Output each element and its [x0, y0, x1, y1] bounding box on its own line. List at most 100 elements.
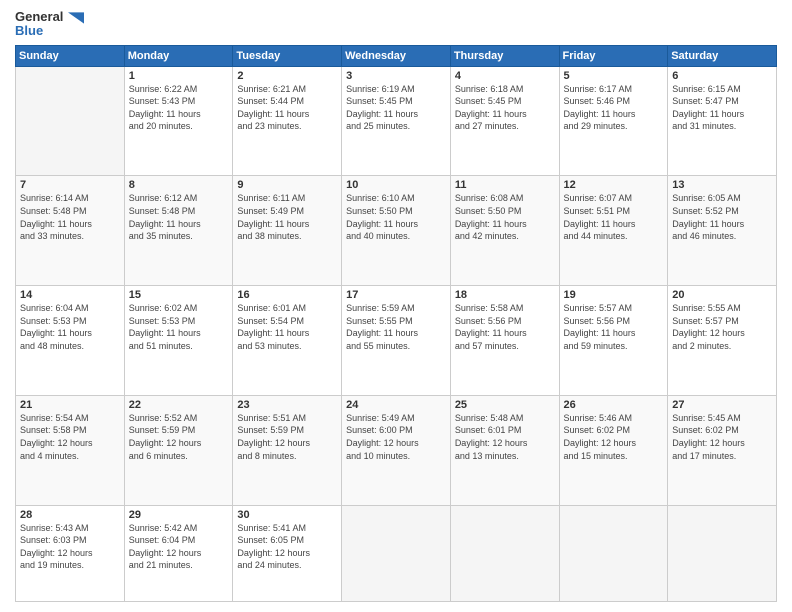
day-info: Sunrise: 6:04 AM Sunset: 5:53 PM Dayligh…: [20, 302, 120, 352]
calendar-header-row: SundayMondayTuesdayWednesdayThursdayFrid…: [16, 45, 777, 66]
day-number: 26: [564, 399, 664, 411]
day-number: 5: [564, 70, 664, 82]
day-number: 12: [564, 179, 664, 191]
calendar-header-tuesday: Tuesday: [233, 45, 342, 66]
header: General Blue: [15, 10, 777, 39]
day-number: 14: [20, 289, 120, 301]
day-number: 28: [20, 509, 120, 521]
calendar-week-3: 14Sunrise: 6:04 AM Sunset: 5:53 PM Dayli…: [16, 286, 777, 396]
day-number: 16: [237, 289, 337, 301]
calendar-cell: 18Sunrise: 5:58 AM Sunset: 5:56 PM Dayli…: [450, 286, 559, 396]
calendar-cell: 23Sunrise: 5:51 AM Sunset: 5:59 PM Dayli…: [233, 395, 342, 505]
calendar-cell: 12Sunrise: 6:07 AM Sunset: 5:51 PM Dayli…: [559, 176, 668, 286]
calendar-cell: 21Sunrise: 5:54 AM Sunset: 5:58 PM Dayli…: [16, 395, 125, 505]
calendar-cell: 10Sunrise: 6:10 AM Sunset: 5:50 PM Dayli…: [342, 176, 451, 286]
day-info: Sunrise: 6:01 AM Sunset: 5:54 PM Dayligh…: [237, 302, 337, 352]
calendar-cell: 6Sunrise: 6:15 AM Sunset: 5:47 PM Daylig…: [668, 66, 777, 176]
calendar-cell: 5Sunrise: 6:17 AM Sunset: 5:46 PM Daylig…: [559, 66, 668, 176]
logo-text-block: General Blue: [15, 10, 84, 39]
calendar-cell: 26Sunrise: 5:46 AM Sunset: 6:02 PM Dayli…: [559, 395, 668, 505]
calendar-cell: 24Sunrise: 5:49 AM Sunset: 6:00 PM Dayli…: [342, 395, 451, 505]
calendar-cell: [16, 66, 125, 176]
day-info: Sunrise: 6:10 AM Sunset: 5:50 PM Dayligh…: [346, 192, 446, 242]
day-info: Sunrise: 6:22 AM Sunset: 5:43 PM Dayligh…: [129, 83, 229, 133]
calendar-cell: 19Sunrise: 5:57 AM Sunset: 5:56 PM Dayli…: [559, 286, 668, 396]
day-number: 15: [129, 289, 229, 301]
calendar-cell: 8Sunrise: 6:12 AM Sunset: 5:48 PM Daylig…: [124, 176, 233, 286]
day-number: 7: [20, 179, 120, 191]
logo-general: General: [15, 10, 84, 24]
day-number: 13: [672, 179, 772, 191]
day-number: 30: [237, 509, 337, 521]
day-number: 22: [129, 399, 229, 411]
day-info: Sunrise: 6:15 AM Sunset: 5:47 PM Dayligh…: [672, 83, 772, 133]
day-info: Sunrise: 5:59 AM Sunset: 5:55 PM Dayligh…: [346, 302, 446, 352]
day-info: Sunrise: 5:46 AM Sunset: 6:02 PM Dayligh…: [564, 412, 664, 462]
calendar-week-4: 21Sunrise: 5:54 AM Sunset: 5:58 PM Dayli…: [16, 395, 777, 505]
day-info: Sunrise: 5:41 AM Sunset: 6:05 PM Dayligh…: [237, 522, 337, 572]
logo-arrow-icon: [68, 12, 84, 24]
day-info: Sunrise: 6:12 AM Sunset: 5:48 PM Dayligh…: [129, 192, 229, 242]
calendar-table: SundayMondayTuesdayWednesdayThursdayFrid…: [15, 45, 777, 602]
day-info: Sunrise: 6:02 AM Sunset: 5:53 PM Dayligh…: [129, 302, 229, 352]
page: General Blue SundayMondayTuesdayWednesda…: [0, 0, 792, 612]
logo-blue: Blue: [15, 24, 84, 38]
calendar-cell: 9Sunrise: 6:11 AM Sunset: 5:49 PM Daylig…: [233, 176, 342, 286]
day-number: 25: [455, 399, 555, 411]
calendar-cell: 2Sunrise: 6:21 AM Sunset: 5:44 PM Daylig…: [233, 66, 342, 176]
calendar-cell: 28Sunrise: 5:43 AM Sunset: 6:03 PM Dayli…: [16, 505, 125, 601]
calendar-cell: [559, 505, 668, 601]
day-info: Sunrise: 5:45 AM Sunset: 6:02 PM Dayligh…: [672, 412, 772, 462]
calendar-cell: 29Sunrise: 5:42 AM Sunset: 6:04 PM Dayli…: [124, 505, 233, 601]
day-info: Sunrise: 6:05 AM Sunset: 5:52 PM Dayligh…: [672, 192, 772, 242]
day-number: 23: [237, 399, 337, 411]
day-number: 2: [237, 70, 337, 82]
day-number: 6: [672, 70, 772, 82]
day-info: Sunrise: 5:55 AM Sunset: 5:57 PM Dayligh…: [672, 302, 772, 352]
calendar-cell: 27Sunrise: 5:45 AM Sunset: 6:02 PM Dayli…: [668, 395, 777, 505]
day-info: Sunrise: 5:58 AM Sunset: 5:56 PM Dayligh…: [455, 302, 555, 352]
day-number: 3: [346, 70, 446, 82]
day-info: Sunrise: 5:51 AM Sunset: 5:59 PM Dayligh…: [237, 412, 337, 462]
day-number: 29: [129, 509, 229, 521]
calendar-cell: [450, 505, 559, 601]
day-info: Sunrise: 6:17 AM Sunset: 5:46 PM Dayligh…: [564, 83, 664, 133]
day-number: 19: [564, 289, 664, 301]
day-info: Sunrise: 6:07 AM Sunset: 5:51 PM Dayligh…: [564, 192, 664, 242]
day-info: Sunrise: 6:21 AM Sunset: 5:44 PM Dayligh…: [237, 83, 337, 133]
calendar-cell: 22Sunrise: 5:52 AM Sunset: 5:59 PM Dayli…: [124, 395, 233, 505]
day-number: 10: [346, 179, 446, 191]
calendar-week-1: 1Sunrise: 6:22 AM Sunset: 5:43 PM Daylig…: [16, 66, 777, 176]
calendar-cell: 11Sunrise: 6:08 AM Sunset: 5:50 PM Dayli…: [450, 176, 559, 286]
day-info: Sunrise: 5:57 AM Sunset: 5:56 PM Dayligh…: [564, 302, 664, 352]
calendar-header-monday: Monday: [124, 45, 233, 66]
day-info: Sunrise: 5:49 AM Sunset: 6:00 PM Dayligh…: [346, 412, 446, 462]
logo: General Blue: [15, 10, 84, 39]
day-info: Sunrise: 6:19 AM Sunset: 5:45 PM Dayligh…: [346, 83, 446, 133]
day-info: Sunrise: 6:14 AM Sunset: 5:48 PM Dayligh…: [20, 192, 120, 242]
calendar-cell: 20Sunrise: 5:55 AM Sunset: 5:57 PM Dayli…: [668, 286, 777, 396]
calendar-cell: 13Sunrise: 6:05 AM Sunset: 5:52 PM Dayli…: [668, 176, 777, 286]
day-number: 27: [672, 399, 772, 411]
day-number: 1: [129, 70, 229, 82]
calendar-cell: 30Sunrise: 5:41 AM Sunset: 6:05 PM Dayli…: [233, 505, 342, 601]
day-info: Sunrise: 6:11 AM Sunset: 5:49 PM Dayligh…: [237, 192, 337, 242]
day-info: Sunrise: 5:48 AM Sunset: 6:01 PM Dayligh…: [455, 412, 555, 462]
calendar-cell: 15Sunrise: 6:02 AM Sunset: 5:53 PM Dayli…: [124, 286, 233, 396]
calendar-header-thursday: Thursday: [450, 45, 559, 66]
day-info: Sunrise: 5:43 AM Sunset: 6:03 PM Dayligh…: [20, 522, 120, 572]
calendar-cell: 17Sunrise: 5:59 AM Sunset: 5:55 PM Dayli…: [342, 286, 451, 396]
day-info: Sunrise: 6:18 AM Sunset: 5:45 PM Dayligh…: [455, 83, 555, 133]
day-info: Sunrise: 5:52 AM Sunset: 5:59 PM Dayligh…: [129, 412, 229, 462]
calendar-cell: 16Sunrise: 6:01 AM Sunset: 5:54 PM Dayli…: [233, 286, 342, 396]
calendar-cell: 3Sunrise: 6:19 AM Sunset: 5:45 PM Daylig…: [342, 66, 451, 176]
calendar-header-sunday: Sunday: [16, 45, 125, 66]
calendar-header-wednesday: Wednesday: [342, 45, 451, 66]
day-number: 4: [455, 70, 555, 82]
day-info: Sunrise: 5:42 AM Sunset: 6:04 PM Dayligh…: [129, 522, 229, 572]
day-info: Sunrise: 6:08 AM Sunset: 5:50 PM Dayligh…: [455, 192, 555, 242]
day-number: 21: [20, 399, 120, 411]
day-number: 24: [346, 399, 446, 411]
day-number: 8: [129, 179, 229, 191]
calendar-week-2: 7Sunrise: 6:14 AM Sunset: 5:48 PM Daylig…: [16, 176, 777, 286]
